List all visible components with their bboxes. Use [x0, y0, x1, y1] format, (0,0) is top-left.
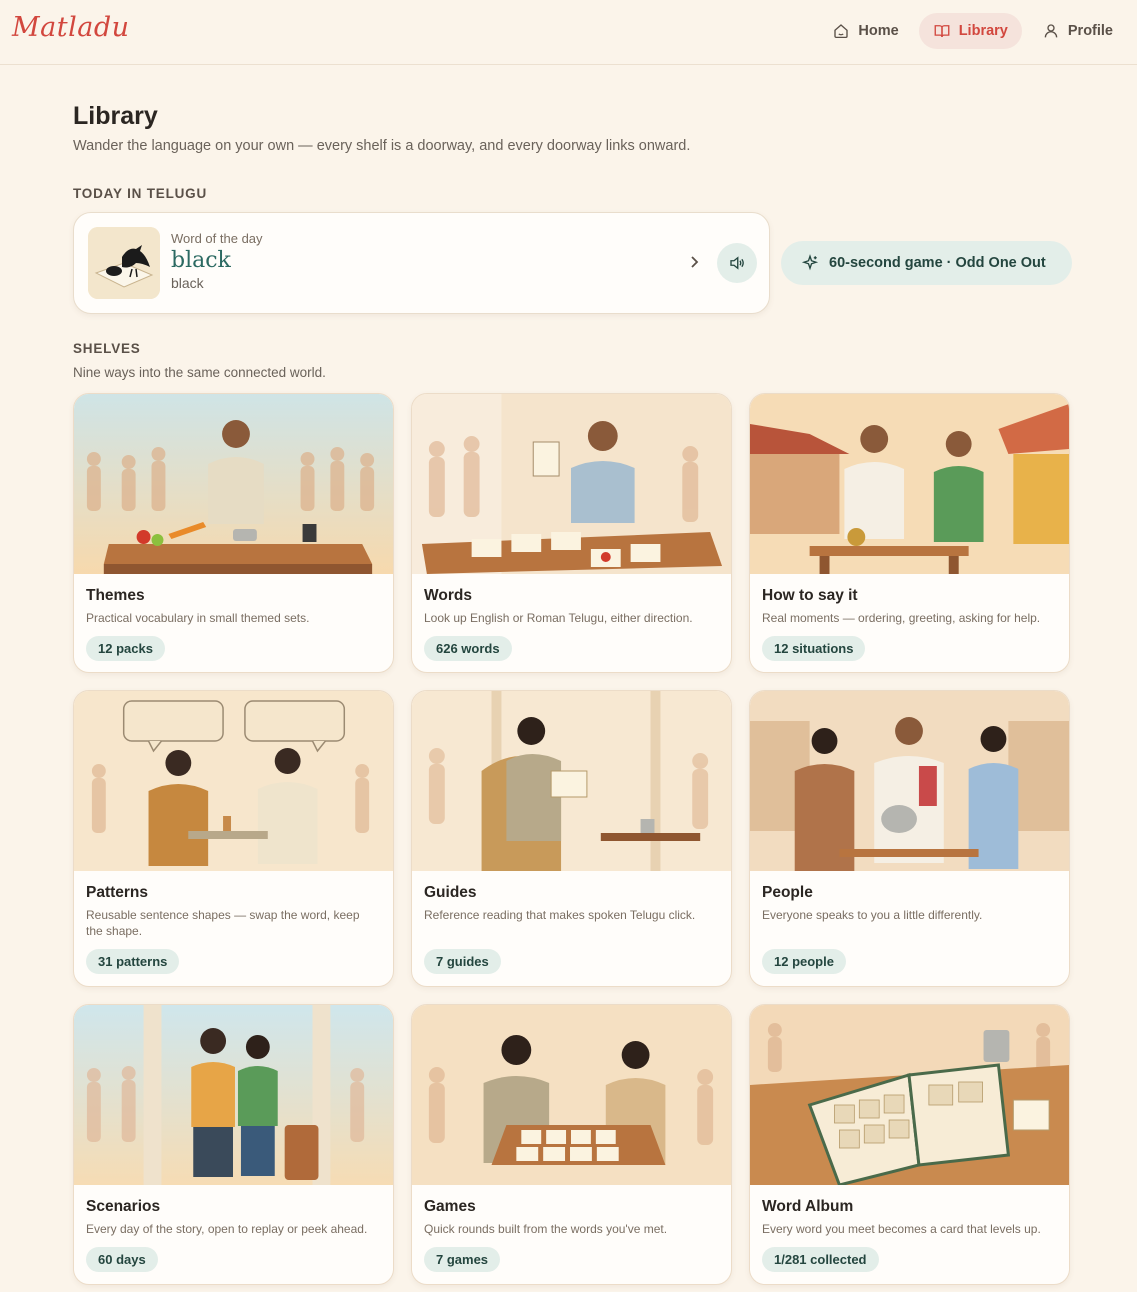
shelf-card-games[interactable]: Games Quick rounds built from the words … — [411, 1004, 732, 1285]
card-title: People — [762, 884, 813, 901]
card-title: Themes — [86, 587, 145, 604]
card-description: Every day of the story, open to replay o… — [86, 1222, 368, 1236]
card-count-pill: 626 words — [424, 636, 512, 661]
words-illustration — [412, 394, 731, 574]
user-icon — [1044, 24, 1058, 38]
shelf-card-words[interactable]: Words Look up English or Roman Telugu, e… — [411, 393, 732, 673]
crow-icon — [88, 227, 160, 299]
card-description: Everyone speaks to you a little differen… — [762, 908, 983, 922]
patterns-illustration — [74, 691, 393, 871]
card-description: Practical vocabulary in small themed set… — [86, 611, 310, 625]
games-illustration — [412, 1005, 731, 1185]
people-illustration — [750, 691, 1069, 871]
guides-illustration — [412, 691, 731, 871]
card-count-pill: 12 packs — [86, 636, 165, 661]
scenarios-illustration — [74, 1005, 393, 1185]
nav-profile[interactable]: Profile — [1028, 13, 1127, 49]
card-description: Every word you meet becomes a card that … — [762, 1222, 1041, 1236]
card-count-pill: 12 people — [762, 949, 846, 974]
nav-home-label: Home — [858, 23, 899, 39]
card-title: Guides — [424, 884, 477, 901]
card-count-pill: 12 situations — [762, 636, 866, 661]
shelf-card-scenarios[interactable]: Scenarios Every day of the story, open t… — [73, 1004, 394, 1285]
themes-illustration — [74, 394, 393, 574]
shelf-card-patterns[interactable]: Patterns Reusable sentence shapes — swap… — [73, 690, 394, 987]
shelf-card-guides[interactable]: Guides Reference reading that makes spok… — [411, 690, 732, 987]
card-title: Words — [424, 587, 472, 604]
speaker-icon — [730, 256, 744, 270]
page-title: Library — [73, 102, 158, 130]
quick-game-button[interactable]: 60-second game · Odd One Out — [781, 241, 1072, 285]
card-title: Patterns — [86, 884, 149, 901]
shelf-card-themes[interactable]: Themes Practical vocabulary in small the… — [73, 393, 394, 673]
shelf-card-word-album[interactable]: Word Album Every word you meet becomes a… — [749, 1004, 1070, 1285]
top-bar: Matladu Home Library Profile — [0, 0, 1137, 65]
shelves-section-label: SHELVES — [73, 341, 141, 356]
wotd-kicker: Word of the day — [171, 231, 263, 246]
quick-game-label: 60-second game · Odd One Out — [829, 255, 1046, 271]
card-title: Games — [424, 1198, 476, 1215]
word-album-illustration — [750, 1005, 1069, 1185]
card-count-pill: 31 patterns — [86, 949, 180, 974]
wotd-translation: black — [171, 275, 204, 291]
nav-library[interactable]: Library — [918, 13, 1022, 49]
card-count-pill: 1/281 collected — [762, 1247, 879, 1272]
word-of-day-card[interactable]: Word of the day black black — [73, 212, 770, 314]
card-count-pill: 7 games — [424, 1247, 501, 1272]
card-description: Look up English or Roman Telugu, either … — [424, 611, 693, 625]
play-audio-button[interactable] — [717, 243, 757, 283]
card-count-pill: 7 guides — [424, 949, 501, 974]
card-title: Word Album — [762, 1198, 854, 1215]
card-description: Real moments — ordering, greeting, askin… — [762, 611, 1041, 625]
nav-home[interactable]: Home — [818, 13, 912, 49]
today-section-label: TODAY IN TELUGU — [73, 186, 208, 201]
shelves-subtitle: Nine ways into the same connected world. — [73, 365, 326, 380]
how-to-say-it-illustration — [750, 394, 1069, 574]
wotd-word: black — [171, 248, 231, 273]
nav-library-label: Library — [958, 23, 1008, 39]
card-title: How to say it — [762, 587, 858, 604]
book-icon — [934, 25, 950, 38]
card-count-pill: 60 days — [86, 1247, 158, 1272]
card-description: Reusable sentence shapes — swap the word… — [86, 908, 360, 938]
shelf-card-people[interactable]: People Everyone speaks to you a little d… — [749, 690, 1070, 987]
card-title: Scenarios — [86, 1198, 161, 1215]
card-description: Reference reading that makes spoken Telu… — [424, 908, 696, 922]
main-nav: Home Library Profile — [818, 13, 1127, 49]
chevron-right-icon[interactable] — [687, 251, 703, 273]
nav-profile-label: Profile — [1067, 23, 1113, 39]
home-icon — [834, 24, 849, 39]
card-description: Quick rounds built from the words you've… — [424, 1222, 668, 1236]
app-logo[interactable]: Matladu — [12, 12, 130, 43]
page-subtitle: Wander the language on your own — every … — [73, 138, 691, 154]
shelf-card-how-to-say-it[interactable]: How to say it Real moments — ordering, g… — [749, 393, 1070, 673]
sparkle-icon — [801, 254, 819, 271]
